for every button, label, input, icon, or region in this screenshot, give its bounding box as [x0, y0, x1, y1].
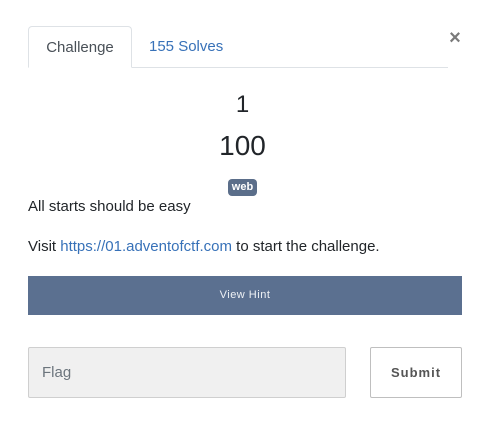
visit-suffix: to start the challenge. — [232, 238, 380, 255]
close-icon[interactable]: × — [447, 28, 463, 48]
view-hint-button[interactable]: View Hint — [28, 276, 462, 315]
challenge-description: All starts should be easy — [28, 198, 191, 215]
challenge-name: 1 — [235, 91, 250, 118]
flag-input[interactable] — [28, 347, 346, 398]
category-badge: web — [227, 179, 258, 196]
badge-container: web — [0, 177, 485, 196]
challenge-value: 100 — [219, 130, 266, 161]
tab-challenge[interactable]: Challenge — [28, 26, 132, 68]
tab-solves[interactable]: 155 Solves — [149, 26, 223, 67]
visit-prefix: Visit — [28, 238, 61, 255]
visit-text: Visit https://01.adventofctf.com to star… — [28, 238, 380, 255]
challenge-modal: Challenge 155 Solves × 1 100 web All sta… — [0, 0, 485, 440]
tab-bar: Challenge 155 Solves — [28, 26, 448, 68]
submit-button[interactable]: Submit — [370, 347, 462, 398]
challenge-link[interactable]: https://01.adventofctf.com — [60, 238, 232, 255]
